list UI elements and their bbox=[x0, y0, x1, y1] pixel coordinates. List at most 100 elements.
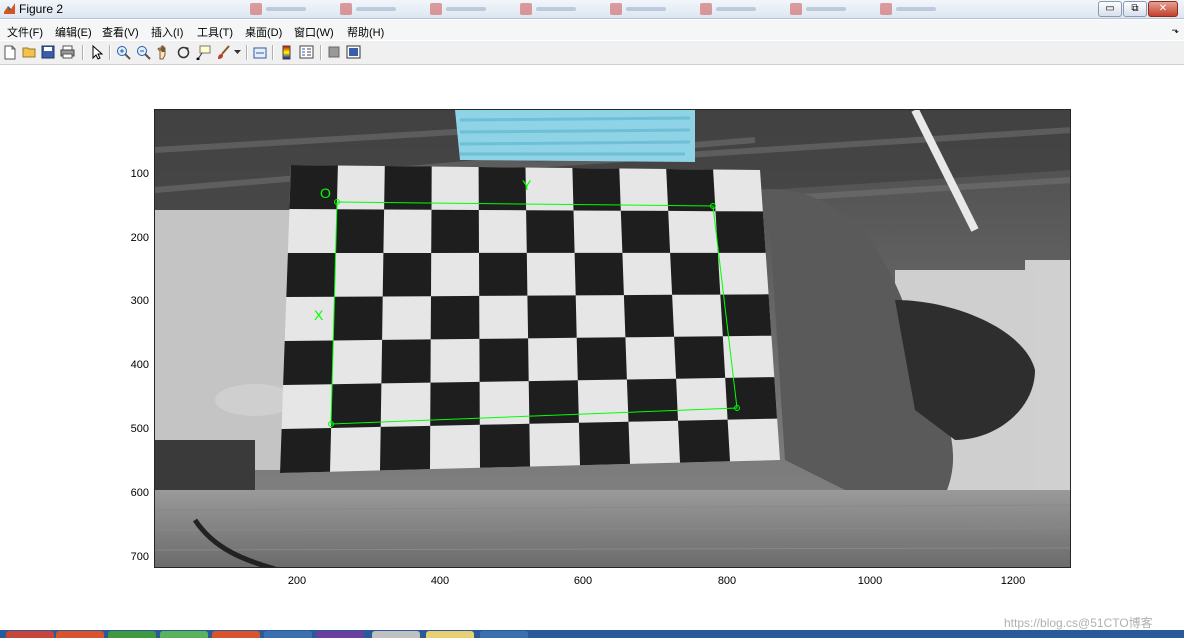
checker-square bbox=[283, 340, 334, 385]
checker-square bbox=[331, 383, 382, 428]
menu-desktop[interactable]: 桌面(D) bbox=[245, 24, 282, 40]
toolbar-separator bbox=[272, 45, 274, 60]
zoom-out-icon[interactable] bbox=[135, 44, 151, 60]
x-tick-label: 200 bbox=[287, 575, 307, 587]
checker-square bbox=[578, 421, 630, 466]
link-plot-icon[interactable] bbox=[252, 44, 268, 60]
taskbar-button[interactable] bbox=[212, 631, 260, 638]
brush-icon[interactable] bbox=[215, 44, 231, 60]
checker-square bbox=[620, 210, 671, 253]
new-figure-icon[interactable] bbox=[2, 44, 18, 60]
zoom-in-icon[interactable] bbox=[115, 44, 131, 60]
background-tab bbox=[520, 2, 590, 16]
rotate-3d-icon[interactable] bbox=[175, 44, 191, 60]
taskbar-button[interactable] bbox=[372, 631, 420, 638]
x-tick-label: 600 bbox=[573, 575, 593, 587]
background-tab bbox=[430, 2, 500, 16]
title-bar: Figure 2 ▭ ⧉ ✕ bbox=[0, 0, 1184, 19]
dock-arrow-icon[interactable]: ⬎ bbox=[1171, 25, 1179, 36]
checker-square bbox=[380, 425, 431, 471]
menu-view[interactable]: 查看(V) bbox=[102, 24, 139, 40]
menu-window[interactable]: 窗口(W) bbox=[294, 24, 334, 40]
taskbar-button[interactable] bbox=[426, 631, 474, 638]
y-direction-label: Y bbox=[522, 177, 532, 193]
pan-icon[interactable] bbox=[155, 44, 171, 60]
checker-square bbox=[333, 296, 383, 341]
save-icon[interactable] bbox=[40, 44, 56, 60]
checker-square bbox=[670, 252, 721, 295]
checker-square bbox=[479, 338, 529, 382]
figure-toolbar bbox=[0, 41, 1184, 65]
legend-icon[interactable] bbox=[298, 44, 314, 60]
x-tick-label: 1200 bbox=[1000, 575, 1026, 587]
colorbar-icon[interactable] bbox=[279, 44, 295, 60]
minimize-button[interactable]: ▭ bbox=[1098, 1, 1122, 17]
checker-square bbox=[430, 295, 480, 340]
taskbar-button[interactable] bbox=[56, 631, 104, 638]
print-icon[interactable] bbox=[59, 44, 75, 60]
wall-partition bbox=[155, 210, 295, 470]
menu-insert[interactable]: 插入(I) bbox=[151, 24, 183, 40]
background-tab bbox=[700, 2, 770, 16]
checker-square bbox=[666, 169, 716, 212]
y-tick-label: 400 bbox=[130, 359, 149, 371]
checker-square bbox=[479, 423, 530, 468]
taskbar-button[interactable] bbox=[6, 631, 54, 638]
origin-label: O bbox=[320, 185, 331, 201]
x-direction-label: X bbox=[314, 307, 324, 323]
checker-square bbox=[574, 252, 624, 296]
y-tick-label: 600 bbox=[130, 487, 149, 499]
checker-square bbox=[674, 336, 726, 379]
x-tick-label: 800 bbox=[717, 575, 737, 587]
data-cursor-icon[interactable] bbox=[195, 44, 211, 60]
menu-help[interactable]: 帮助(H) bbox=[347, 24, 384, 40]
checker-square bbox=[479, 252, 528, 296]
maximize-button[interactable]: ⧉ bbox=[1123, 1, 1147, 17]
checker-square bbox=[626, 378, 678, 422]
checker-square bbox=[678, 419, 730, 463]
background-tab bbox=[610, 2, 680, 16]
checker-square bbox=[725, 377, 778, 420]
pointer-icon[interactable] bbox=[89, 44, 105, 60]
taskbar-button[interactable] bbox=[160, 631, 208, 638]
toolbar-separator bbox=[109, 45, 111, 60]
watermark: https://blog.cs@51CTO博客 bbox=[1004, 616, 1153, 630]
checker-square bbox=[526, 210, 575, 253]
menu-bar: 文件(F) 编辑(E) 查看(V) 插入(I) 工具(T) 桌面(D) 窗口(W… bbox=[0, 20, 1184, 40]
menu-file[interactable]: 文件(F) bbox=[7, 24, 43, 40]
menu-edit[interactable]: 编辑(E) bbox=[55, 24, 92, 40]
window-title: Figure 2 bbox=[19, 2, 64, 16]
taskbar-button[interactable] bbox=[264, 631, 312, 638]
toolbar-separator bbox=[82, 45, 84, 60]
show-plot-tools-icon[interactable] bbox=[345, 44, 361, 60]
checker-square bbox=[715, 211, 766, 253]
checker-square bbox=[335, 209, 385, 253]
checker-square bbox=[286, 253, 336, 297]
background-tab bbox=[250, 2, 320, 16]
menu-tools[interactable]: 工具(T) bbox=[197, 24, 233, 40]
checker-square bbox=[280, 428, 332, 473]
checker-square bbox=[528, 380, 579, 424]
background-tab bbox=[340, 2, 410, 16]
close-button[interactable]: ✕ bbox=[1148, 1, 1178, 17]
brush-dropdown-icon[interactable] bbox=[232, 44, 242, 60]
open-file-icon[interactable] bbox=[21, 44, 37, 60]
y-tick-label: 500 bbox=[130, 423, 149, 435]
checker-square bbox=[623, 294, 675, 338]
background-tab bbox=[790, 2, 860, 16]
checkerboard bbox=[280, 165, 780, 473]
hide-plot-tools-icon[interactable] bbox=[326, 44, 342, 60]
y-tick-label: 700 bbox=[130, 551, 149, 563]
checker-square bbox=[381, 339, 431, 384]
checker-square bbox=[576, 337, 627, 381]
taskbar-button[interactable] bbox=[108, 631, 156, 638]
os-taskbar bbox=[0, 630, 1184, 638]
image-axes[interactable]: O Y X bbox=[154, 109, 1071, 568]
matlab-logo-icon bbox=[4, 3, 15, 14]
taskbar-button[interactable] bbox=[316, 631, 364, 638]
taskbar-button[interactable] bbox=[480, 631, 528, 638]
checker-square bbox=[527, 295, 577, 339]
calibration-image bbox=[155, 110, 1070, 567]
checker-square bbox=[431, 209, 479, 253]
toolbar-separator bbox=[320, 45, 322, 60]
